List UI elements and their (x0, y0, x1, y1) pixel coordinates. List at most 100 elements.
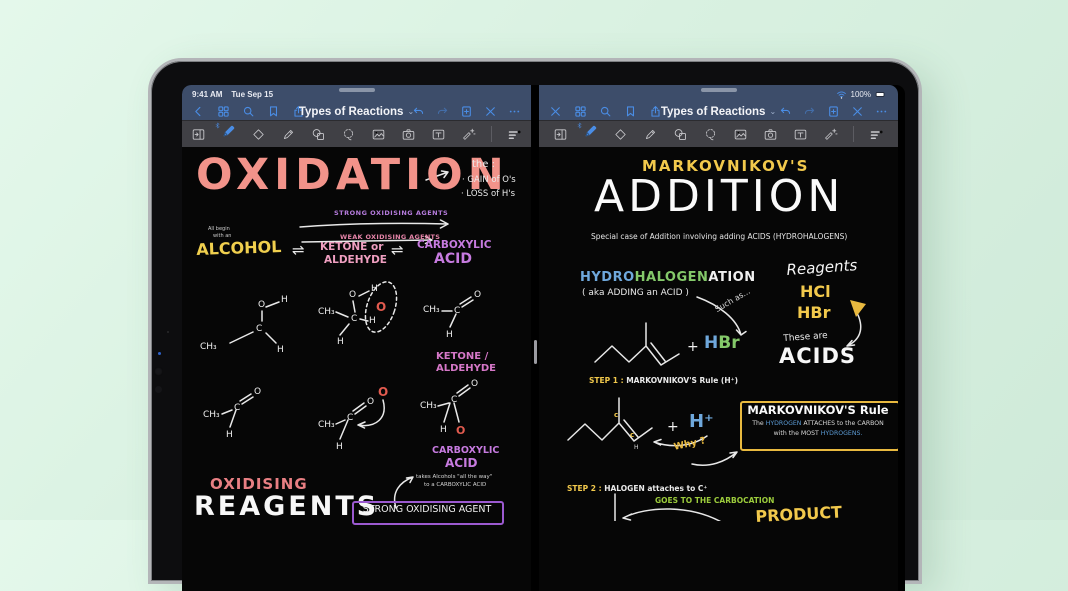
more-icon[interactable] (508, 105, 521, 118)
close-split-icon[interactable] (851, 105, 864, 118)
right-canvas[interactable]: MARKOVNIKOV'SADDITIONSpecial case of Add… (539, 147, 898, 591)
label-hydrohalogenation: HYDROHALOGENATION (580, 271, 756, 286)
note-text: C (454, 306, 460, 316)
note-text: O (349, 290, 356, 300)
note-text: H (446, 330, 453, 340)
ipad-device: 9:41 AM Tue Sep 15 Types of Reactions⌄ (148, 58, 922, 584)
note-text: GOES TO THE CARBOCATION (655, 497, 774, 505)
note-text: STEP 1 : MARKOVNIKOV'S Rule (H⁺) (589, 377, 738, 385)
toolbar-separator (853, 126, 854, 142)
insert-image-icon[interactable] (733, 127, 748, 142)
stroke-thickness-icon[interactable] (869, 127, 884, 142)
note-text: O (474, 290, 481, 300)
eraser-icon[interactable] (613, 127, 628, 142)
notes-app-right-pane: 100% Types of Reactions⌄ (539, 85, 898, 591)
camera-icon[interactable] (401, 127, 416, 142)
note-text: CH₃ (318, 307, 335, 317)
note-text: C (451, 395, 457, 405)
note-text: CH₃ (423, 305, 440, 315)
split-drag-handle[interactable] (534, 340, 537, 364)
redo-icon[interactable] (803, 105, 816, 118)
grid-view-icon[interactable] (574, 105, 587, 118)
eraser-icon[interactable] (251, 127, 266, 142)
note-text: O (378, 386, 388, 399)
note-text: HBr (797, 304, 830, 322)
search-icon[interactable] (599, 105, 612, 118)
bluetooth-icon (214, 121, 221, 130)
shapes-icon[interactable] (311, 127, 326, 142)
page-navigator-icon[interactable] (191, 127, 206, 142)
pen-icon[interactable] (221, 124, 236, 139)
stroke-thickness-icon[interactable] (507, 127, 522, 142)
note-text: KETONE or (320, 242, 383, 254)
note-text: STRONG OXIDISING AGENTS (334, 210, 448, 217)
note-text: All begin (208, 227, 230, 233)
note-text: HCl (800, 283, 831, 301)
pointer-pen-icon[interactable] (461, 127, 476, 142)
pen-tool[interactable] (583, 124, 598, 144)
note-text: c (614, 412, 618, 420)
note-text: ALDEHYDE (436, 363, 496, 374)
note-text: · LOSS of H's (461, 190, 515, 200)
strong-oxidising-agent-label: STRONG OXIDISING AGENT (352, 505, 502, 516)
search-icon[interactable] (242, 105, 255, 118)
document-title[interactable]: Types of Reactions⌄ (661, 106, 776, 118)
notes-app-left-pane: 9:41 AM Tue Sep 15 Types of Reactions⌄ (182, 85, 531, 591)
add-page-icon[interactable] (460, 105, 473, 118)
note-text: H (277, 345, 284, 355)
left-canvas[interactable]: OXIDATIONthe :· GAIN of O's· LOSS of H's… (182, 147, 531, 591)
split-view-divider (531, 85, 539, 591)
note-text: Special case of Addition involving addin… (591, 233, 847, 241)
left-toolbar (182, 120, 531, 147)
page-navigator-icon[interactable] (553, 127, 568, 142)
insert-image-icon[interactable] (371, 127, 386, 142)
close-split-icon[interactable] (484, 105, 497, 118)
note-text: ( aka ADDING an ACID ) (582, 288, 689, 298)
camera-icon[interactable] (763, 127, 778, 142)
undo-icon[interactable] (779, 105, 792, 118)
note-text: with the MOST HYDROGENS. (740, 431, 896, 438)
multitask-pill[interactable] (339, 88, 375, 92)
right-pane-header: 100% Types of Reactions⌄ (539, 85, 898, 120)
pen-tool[interactable] (221, 124, 236, 144)
note-text: H (369, 316, 376, 326)
shapes-icon[interactable] (673, 127, 688, 142)
more-icon[interactable] (875, 105, 888, 118)
text-box-icon[interactable] (793, 127, 808, 142)
note-text: ACID (434, 252, 472, 268)
note-text: ACID (445, 457, 478, 470)
note-text: The HYDROGEN ATTACHES to the CARBON (740, 421, 896, 428)
redo-icon[interactable] (436, 105, 449, 118)
highlighter-icon[interactable] (643, 127, 658, 142)
front-camera (154, 367, 163, 376)
lasso-icon[interactable] (703, 127, 718, 142)
status-date: Tue Sep 15 (231, 90, 273, 99)
toolbar-separator (491, 126, 492, 142)
note-text: O (376, 301, 386, 314)
multitask-pill[interactable] (701, 88, 737, 92)
note-text: CH₃ (318, 420, 335, 430)
note-text: + (687, 340, 699, 356)
grid-view-icon[interactable] (217, 105, 230, 118)
note-text: takes Alcohols "all the way" (416, 474, 492, 480)
title-addition: ADDITION (594, 172, 844, 221)
text-box-icon[interactable] (431, 127, 446, 142)
close-window-icon[interactable] (549, 105, 562, 118)
document-title[interactable]: Types of Reactions⌄ (299, 106, 414, 118)
bluetooth-icon (576, 121, 583, 130)
note-text: ⇌ (391, 242, 404, 259)
lasso-icon[interactable] (341, 127, 356, 142)
note-text: C (351, 314, 357, 324)
pen-icon[interactable] (583, 124, 598, 139)
note-text: KETONE / (436, 351, 488, 362)
left-statusbar: 9:41 AM Tue Sep 15 (182, 85, 531, 101)
bookmark-icon[interactable] (267, 105, 280, 118)
note-text: CARBOXYLIC (417, 240, 491, 252)
battery-icon (874, 89, 888, 100)
add-page-icon[interactable] (827, 105, 840, 118)
pointer-pen-icon[interactable] (823, 127, 838, 142)
back-icon[interactable] (192, 105, 205, 118)
rule-box-title: MARKOVNIKOV'S Rule (740, 404, 896, 417)
highlighter-icon[interactable] (281, 127, 296, 142)
bookmark-icon[interactable] (624, 105, 637, 118)
